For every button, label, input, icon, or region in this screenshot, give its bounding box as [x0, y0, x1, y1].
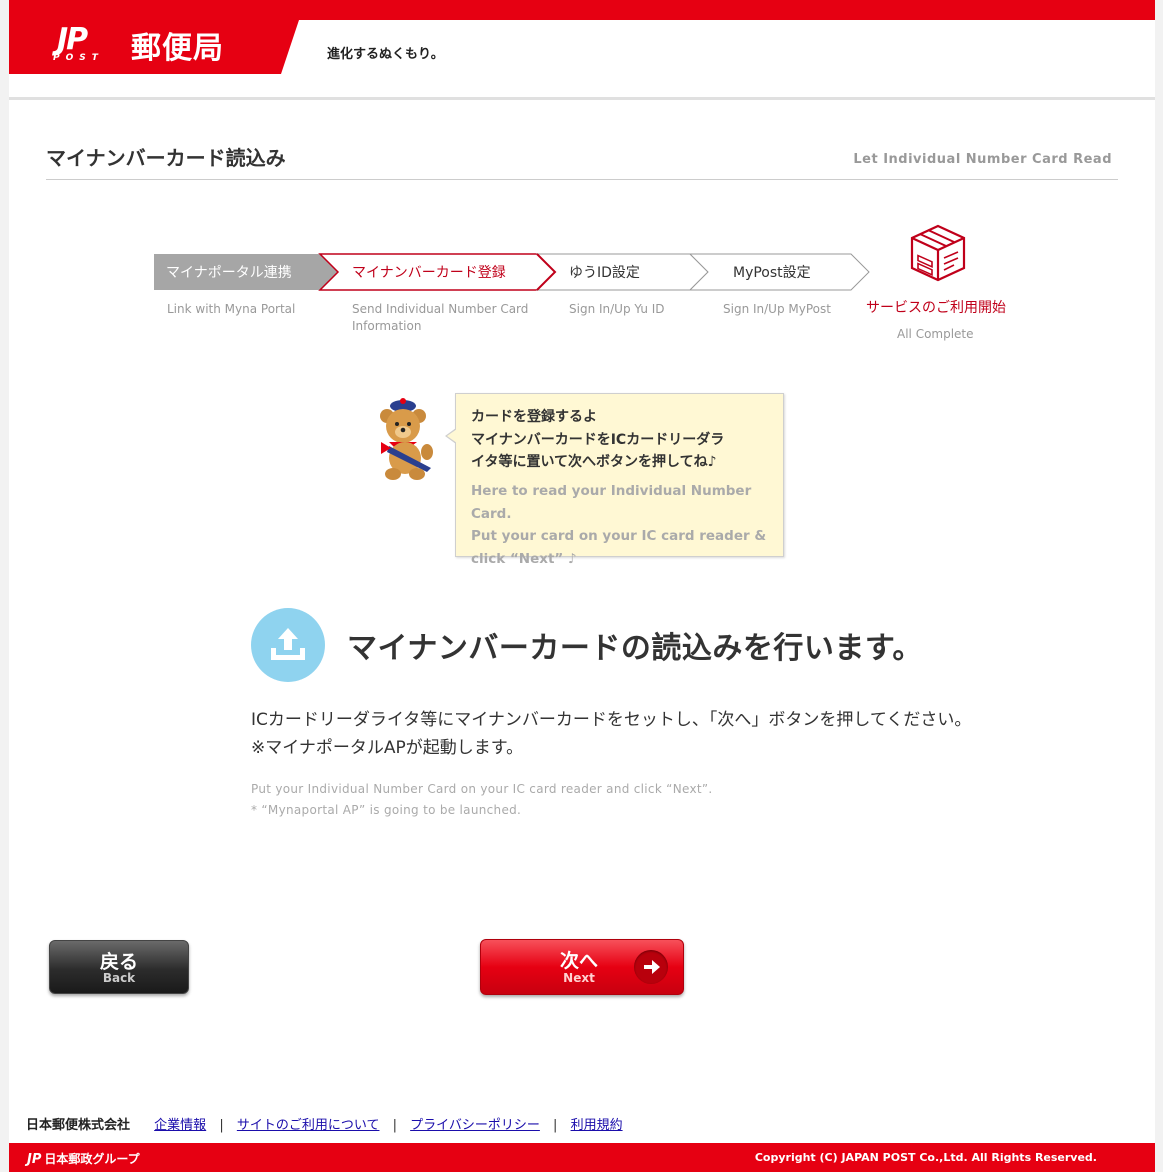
- bubble-jp-line: マイナンバーカードをICカードリーダラ: [471, 431, 725, 448]
- bubble-jp-text: カードを登録するよ マイナンバーカードをICカードリーダラ イタ等に置いて次へボ…: [471, 406, 776, 474]
- page-title: マイナンバーカード読込み: [46, 146, 286, 170]
- bubble-jp-line: カードを登録するよ: [471, 409, 597, 425]
- description-en-line: Put your Individual Number Card on your …: [251, 782, 713, 796]
- next-button[interactable]: 次へ Next: [480, 939, 684, 995]
- footer-separator: |: [553, 1118, 558, 1133]
- footer-group-name: 日本郵政グループ: [44, 1152, 140, 1166]
- bubble-jp-line: イタ等に置いて次へボタンを押してね♪: [471, 454, 717, 470]
- description-jp: ICカードリーダライタ等にマイナンバーカードをセットし、「次へ」ボタンを押してく…: [251, 706, 971, 762]
- step-2-sub: Send Individual Number Card Information: [352, 302, 529, 333]
- logo-brand-text: 郵便局: [131, 31, 224, 66]
- tagline: 進化するぬくもり。: [327, 47, 444, 62]
- footer-bar: JP 日本郵政グループ Copyright (C) JAPAN POST Co.,…: [9, 1143, 1155, 1172]
- footer-separator: |: [392, 1118, 397, 1133]
- footer-group-logo: JP 日本郵政グループ: [27, 1150, 140, 1167]
- footer-link-site-usage[interactable]: サイトのご利用について: [237, 1118, 380, 1133]
- arrow-right-icon: [634, 950, 668, 984]
- bubble-tail-inner: [447, 429, 457, 443]
- step-yu-id: ゆうID設定: [537, 253, 690, 291]
- header-top-bar: [9, 0, 1155, 20]
- bubble-en-text: Here to read your Individual Number Card…: [471, 480, 776, 570]
- back-button-sublabel: Back: [102, 971, 136, 985]
- copyright: Copyright (C) JAPAN POST Co.,Ltd. All Ri…: [754, 1151, 1097, 1164]
- upload-icon: [251, 608, 325, 682]
- bubble-en-line: Here to read your Individual Number Card…: [471, 483, 752, 522]
- step-4-sub: Sign In/Up MyPost: [723, 302, 831, 316]
- description-jp-line: ※マイナポータルAPが起動します。: [251, 738, 524, 758]
- final-step-sub: All Complete: [897, 327, 974, 341]
- step-myna-portal: マイナポータル連携: [154, 253, 320, 291]
- step-label: マイナポータル連携: [166, 265, 292, 281]
- bubble-en-line: click “Next” ♪: [471, 550, 577, 567]
- footer-jp-mark: JP: [27, 1152, 42, 1167]
- page: JP POST 郵便局 進化するぬくもり。 マイナンバーカード読込み Let I…: [9, 0, 1155, 1172]
- step-card-register: マイナンバーカード登録: [320, 253, 537, 291]
- title-row: マイナンバーカード読込み Let Individual Number Card …: [46, 138, 1118, 180]
- japan-post-logo[interactable]: JP POST 郵便局: [9, 20, 299, 74]
- footer-link-privacy[interactable]: プライバシーポリシー: [410, 1118, 540, 1133]
- next-button-label: 次へ: [559, 950, 598, 972]
- footer-company: 日本郵便株式会社: [26, 1118, 131, 1133]
- description-en: Put your Individual Number Card on your …: [251, 779, 712, 821]
- footer-link-terms[interactable]: 利用規約: [571, 1118, 623, 1133]
- site-header: JP POST 郵便局 進化するぬくもり。: [9, 20, 1155, 100]
- back-button[interactable]: 戻る Back: [49, 940, 189, 994]
- step-label: マイナンバーカード登録: [352, 265, 506, 281]
- description-jp-line: ICカードリーダライタ等にマイナンバーカードをセットし、「次へ」ボタンを押してく…: [251, 710, 972, 730]
- logo-jp-mark: JP: [57, 22, 88, 57]
- description-en-line: * “Mynaportal AP” is going to be launche…: [251, 803, 522, 817]
- logo-post-text: POST: [53, 53, 104, 63]
- next-button-sublabel: Next: [563, 971, 595, 985]
- bubble-en-line: Put your card on your IC card reader &: [471, 528, 767, 544]
- footer-separator: |: [219, 1118, 224, 1133]
- step-label: ゆうID設定: [569, 265, 640, 281]
- footer-links: 日本郵便株式会社 企業情報 | サイトのご利用について | プライバシーポリシー…: [26, 1114, 623, 1134]
- progress-steps: マイナポータル連携 マイナンバーカード登録 ゆうID設定 MyPost設定: [154, 253, 874, 293]
- page-subtitle: Let Individual Number Card Read: [853, 152, 1112, 167]
- final-step-label: サービスのご利用開始: [866, 300, 1006, 316]
- step-3-sub: Sign In/Up Yu ID: [569, 302, 665, 316]
- step-mypost: MyPost設定: [690, 253, 851, 291]
- step-label: MyPost設定: [733, 265, 811, 281]
- step-1-sub: Link with Myna Portal: [167, 302, 296, 316]
- footer-link-corporate[interactable]: 企業情報: [154, 1118, 206, 1133]
- main-heading: マイナンバーカードの読込みを行います。: [347, 631, 923, 666]
- speech-bubble: カードを登録するよ マイナンバーカードをICカードリーダラ イタ等に置いて次へボ…: [455, 393, 784, 567]
- mailbox-icon: [910, 224, 966, 286]
- bear-mascot-icon: [375, 396, 445, 482]
- back-button-label: 戻る: [99, 951, 138, 973]
